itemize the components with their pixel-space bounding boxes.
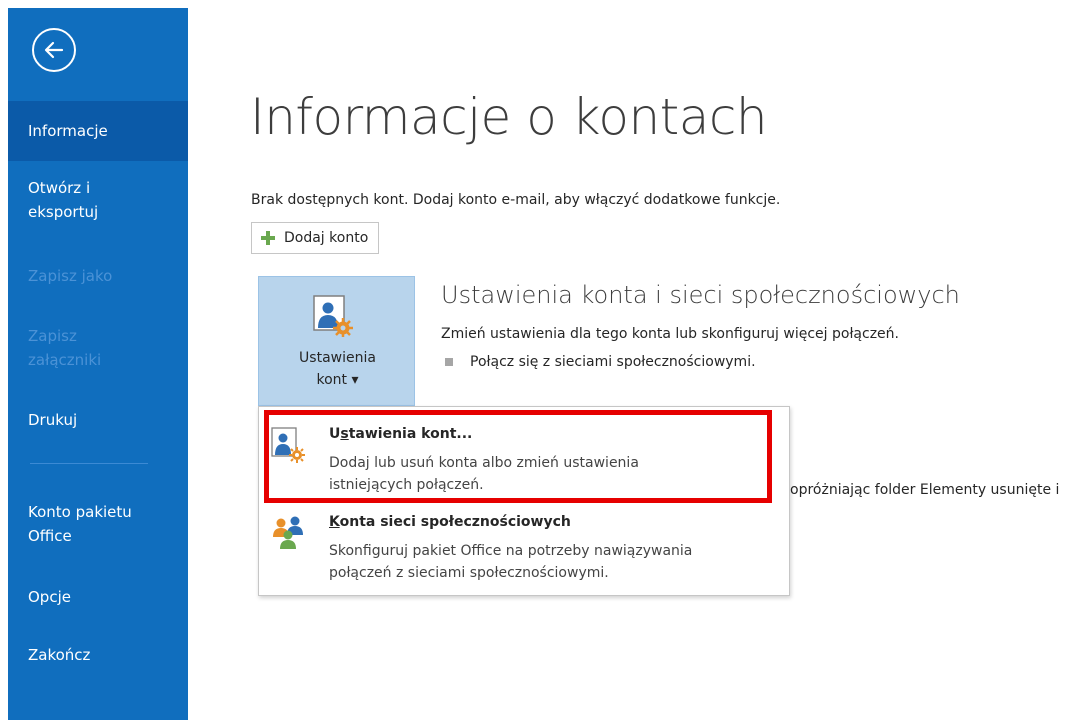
red-highlight-box bbox=[264, 410, 772, 503]
menu-item-description: Skonfiguruj pakiet Office na potrzeby na… bbox=[329, 543, 693, 581]
nav-label: Opcje bbox=[28, 588, 71, 606]
add-account-button[interactable]: Dodaj konto bbox=[251, 222, 380, 254]
nav-label: Informacje bbox=[28, 122, 108, 140]
nav-label: załączniki bbox=[28, 351, 102, 369]
nav-label: Zapisz jako bbox=[28, 267, 113, 285]
section-bullet: Połącz się z sieciami społecznościowymi. bbox=[445, 354, 756, 370]
no-accounts-message: Brak dostępnych kont. Dodaj konto e-mail… bbox=[251, 192, 781, 208]
background-text: opróżniając folder Elementy usunięte i bbox=[790, 482, 1060, 498]
nav-divider bbox=[30, 463, 148, 464]
add-account-label: Dodaj konto bbox=[284, 230, 369, 246]
nav-konto-office[interactable]: Konto pakietu Office bbox=[8, 500, 188, 548]
back-button[interactable] bbox=[32, 28, 76, 72]
nav-opcje[interactable]: Opcje bbox=[8, 585, 188, 609]
nav-zapisz-zalaczniki: Zapisz załączniki bbox=[8, 324, 188, 372]
menu-item-title: Konta sieci społecznościowych bbox=[329, 514, 571, 530]
plus-icon bbox=[260, 230, 276, 246]
nav-zapisz-jako: Zapisz jako bbox=[8, 264, 188, 288]
nav-label: Office bbox=[28, 527, 72, 545]
nav-informacje[interactable]: Informacje bbox=[8, 101, 188, 161]
nav-label: Drukuj bbox=[28, 411, 78, 429]
account-settings-label: Ustawienia kont ▾ bbox=[259, 347, 416, 391]
section-title: Ustawienia konta i sieci społecznościowy… bbox=[441, 281, 960, 309]
account-settings-line1: Ustawienia bbox=[299, 350, 376, 366]
back-arrow-icon bbox=[44, 41, 64, 59]
account-settings-button[interactable]: Ustawienia kont ▾ bbox=[258, 276, 415, 406]
account-settings-line2: kont ▾ bbox=[316, 372, 359, 388]
nav-drukuj[interactable]: Drukuj bbox=[8, 408, 188, 432]
menu-item-social-networks[interactable]: Konta sieci społecznościowych Skonfiguru… bbox=[259, 505, 789, 595]
account-settings-icon bbox=[313, 295, 353, 337]
backstage-sidebar: Informacje Otwórz i eksportuj Zapisz jak… bbox=[8, 8, 188, 720]
nav-label: Otwórz i bbox=[28, 179, 91, 197]
bullet-text: Połącz się z sieciami społecznościowymi. bbox=[470, 354, 756, 370]
nav-otworz-eksportuj[interactable]: Otwórz i eksportuj bbox=[8, 176, 188, 224]
social-network-icon bbox=[273, 516, 303, 549]
page-title: Informacje o kontach bbox=[250, 88, 768, 146]
nav-label: Zapisz bbox=[28, 327, 77, 345]
nav-label: eksportuj bbox=[28, 203, 99, 221]
nav-zakoncz[interactable]: Zakończ bbox=[8, 643, 188, 667]
section-description: Zmień ustawienia dla tego konta lub skon… bbox=[441, 326, 899, 342]
nav-label: Konto pakietu bbox=[28, 503, 132, 521]
nav-label: Zakończ bbox=[28, 646, 91, 664]
bullet-square-icon bbox=[445, 358, 453, 366]
